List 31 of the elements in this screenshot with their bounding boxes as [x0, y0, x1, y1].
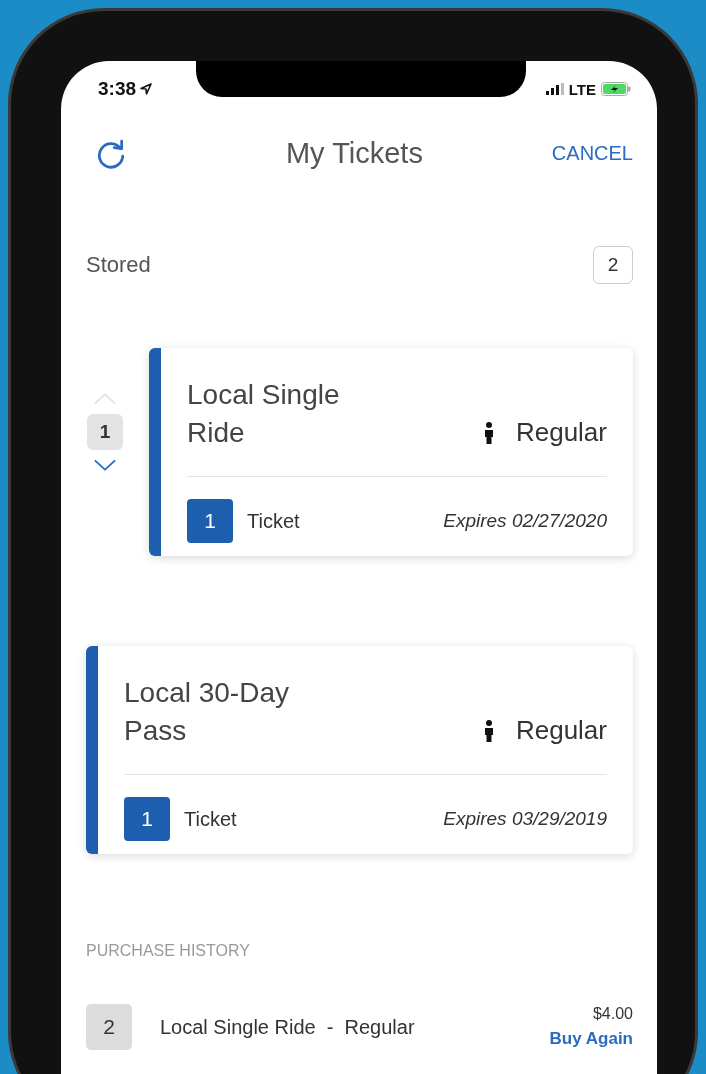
purchase-description: Local Single Ride - Regular	[160, 1015, 415, 1039]
ticket-card[interactable]: Local 30-Day Pass Regular 1 Ticket Expires 03/29/2019	[86, 646, 633, 854]
purchase-count: 2	[86, 1004, 132, 1050]
ticket-title: Local Single Ride	[187, 378, 341, 450]
ticket-title: Local 30-Day Pass	[124, 676, 290, 748]
status-time: 3:38	[98, 78, 137, 100]
battery-charging-icon	[601, 82, 631, 96]
ticket-quantity: 1	[187, 499, 233, 543]
person-icon	[483, 421, 494, 444]
rider-type: Regular	[515, 417, 607, 448]
ticket-unit: Ticket	[184, 807, 237, 831]
person-icon	[483, 719, 494, 742]
section-heading: PURCHASE HISTORY	[86, 942, 251, 960]
purchase-price: $4.00	[592, 1005, 633, 1023]
chevron-down-icon[interactable]	[93, 458, 117, 472]
cancel-button[interactable]: CANCEL	[551, 142, 633, 165]
rider-type: Regular	[515, 715, 607, 746]
stored-label: Stored	[86, 252, 151, 278]
ticket-quantity: 1	[124, 797, 170, 841]
network-label: LTE	[568, 80, 596, 98]
location-arrow-icon	[140, 83, 153, 95]
screen-title: My Tickets	[285, 137, 423, 170]
ticket-unit: Ticket	[247, 509, 300, 533]
ticket-expiry: Expires 03/29/2019	[443, 808, 607, 830]
stored-count: 2	[593, 246, 633, 284]
signal-icon	[545, 83, 564, 95]
ticket-expiry: Expires 02/27/2020	[443, 510, 607, 532]
ticket-card[interactable]: Local Single Ride Regular 1 Ticket Expires 02/27/2020	[149, 348, 633, 556]
ticket-index: 1	[87, 414, 123, 450]
buy-again-link[interactable]: Buy Again	[549, 1029, 633, 1049]
refresh-icon[interactable]	[95, 137, 127, 170]
